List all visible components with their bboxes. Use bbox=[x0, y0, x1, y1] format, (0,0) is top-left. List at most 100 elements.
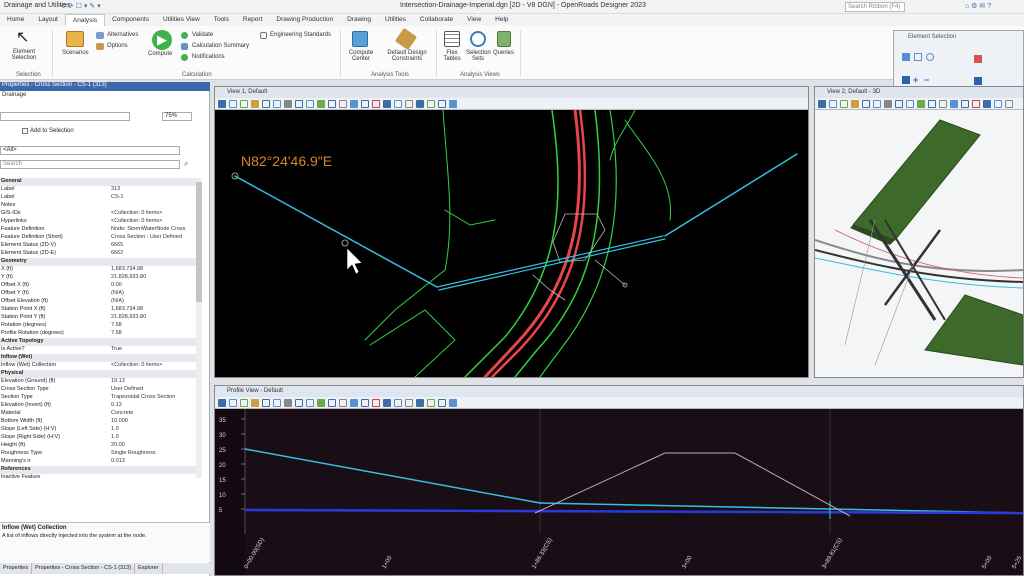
property-row[interactable]: X (ft) 1,683,734.98 bbox=[0, 266, 200, 274]
tab-tools[interactable]: Tools bbox=[207, 14, 236, 26]
view-tool-icon[interactable] bbox=[405, 100, 413, 108]
property-row[interactable]: Height (ft) 20.00 bbox=[0, 442, 200, 450]
property-row[interactable]: Bottom Width (ft) 10.000 bbox=[0, 418, 200, 426]
view-tool-icon[interactable] bbox=[961, 100, 969, 108]
tab-utilities-view[interactable]: Utilities View bbox=[156, 14, 207, 26]
property-row[interactable]: Hyperlinks <Collection: 0 items> bbox=[0, 218, 200, 226]
view-tool-icon[interactable] bbox=[851, 100, 859, 108]
filter-dropdown[interactable]: <All> bbox=[0, 146, 180, 155]
engineering-standards-button[interactable]: Engineering Standards bbox=[270, 32, 331, 38]
tab-drawing-production[interactable]: Drawing Production bbox=[269, 14, 340, 26]
property-section[interactable]: Inflow (Wet) bbox=[0, 354, 200, 362]
view-tool-icon[interactable] bbox=[873, 100, 881, 108]
property-row[interactable]: Offset Elevation (ft) (N/A) bbox=[0, 298, 200, 306]
select-all-icon[interactable] bbox=[974, 77, 982, 85]
panel-tab-0[interactable]: Properties bbox=[0, 563, 33, 574]
view-tool-icon[interactable] bbox=[884, 100, 892, 108]
view-tool-icon[interactable] bbox=[251, 399, 259, 407]
view-tool-icon[interactable] bbox=[939, 100, 947, 108]
property-row[interactable]: GIS-IDs <Collection: 0 items> bbox=[0, 210, 200, 218]
view-tool-icon[interactable] bbox=[1005, 100, 1013, 108]
view-tool-icon[interactable] bbox=[972, 100, 980, 108]
subtract-icon[interactable]: − bbox=[924, 75, 929, 85]
property-row[interactable]: Station Point X (ft) 1,683,734.98 bbox=[0, 306, 200, 314]
view-tool-icon[interactable] bbox=[994, 100, 1002, 108]
view-tool-icon[interactable] bbox=[218, 399, 226, 407]
property-row[interactable]: Label 313 bbox=[0, 186, 200, 194]
select-shape-icon[interactable] bbox=[926, 53, 934, 61]
validate-button[interactable]: Validate bbox=[192, 32, 213, 38]
select-mode-icon[interactable] bbox=[902, 53, 910, 61]
property-row[interactable]: Elevation (Ground) (ft) 19.13 bbox=[0, 378, 200, 386]
view-tool-icon[interactable] bbox=[262, 100, 270, 108]
property-row[interactable]: Offset Y (ft) (N/A) bbox=[0, 290, 200, 298]
tab-analysis[interactable]: Analysis bbox=[64, 14, 106, 26]
tab-report[interactable]: Report bbox=[236, 14, 270, 26]
alternatives-button[interactable]: Alternatives bbox=[107, 32, 138, 38]
calculation-summary-button[interactable]: Calculation Summary bbox=[192, 43, 249, 49]
tab-components[interactable]: Components bbox=[105, 14, 156, 26]
notifications-button[interactable]: Notifications bbox=[192, 54, 225, 60]
view-tool-icon[interactable] bbox=[273, 100, 281, 108]
tab-drawing[interactable]: Drawing bbox=[340, 14, 378, 26]
property-row[interactable]: Feature Definition Node: StormWaterNode C… bbox=[0, 226, 200, 234]
select-new-icon[interactable] bbox=[902, 76, 910, 84]
default-design-constraints-button[interactable]: Default Design Constraints bbox=[380, 50, 434, 62]
add-icon[interactable]: + bbox=[913, 75, 918, 85]
panel-tab-2[interactable]: Explorer bbox=[135, 563, 163, 574]
ribbon-search-input[interactable]: Search Ribbon (F4) bbox=[845, 2, 905, 12]
options-button[interactable]: Options bbox=[107, 43, 128, 49]
property-row[interactable]: Inflow (Wet) Collection <Collection: 0 it… bbox=[0, 362, 200, 370]
tab-layout[interactable]: Layout bbox=[31, 14, 65, 26]
tab-home[interactable]: Home bbox=[0, 14, 31, 26]
property-row[interactable]: Notes bbox=[0, 202, 200, 210]
view-tool-icon[interactable] bbox=[917, 100, 925, 108]
property-row[interactable]: Offset X (ft) 0.00 bbox=[0, 282, 200, 290]
view-tool-icon[interactable] bbox=[427, 100, 435, 108]
compute-center-button[interactable]: Compute Center bbox=[346, 50, 376, 62]
zoom-dropdown[interactable]: 75% bbox=[162, 112, 192, 121]
selection-sets-button[interactable]: Selection Sets bbox=[466, 50, 491, 62]
property-row[interactable]: Roughness Type Single Roughness bbox=[0, 450, 200, 458]
view-tool-icon[interactable] bbox=[372, 100, 380, 108]
property-section[interactable]: References bbox=[0, 466, 200, 474]
panel-tab-1[interactable]: Properties - Cross Section - CS-1 (313) bbox=[32, 563, 136, 574]
property-row[interactable]: Inactive Feature bbox=[0, 474, 200, 482]
view-tool-icon[interactable] bbox=[840, 100, 848, 108]
view-tool-icon[interactable] bbox=[438, 100, 446, 108]
view-tool-icon[interactable] bbox=[328, 100, 336, 108]
property-row[interactable]: Element Status (2D-V) 6665 bbox=[0, 242, 200, 250]
view-tool-icon[interactable] bbox=[950, 100, 958, 108]
select-block-icon[interactable] bbox=[914, 53, 922, 61]
tab-view[interactable]: View bbox=[460, 14, 488, 26]
search-icon[interactable]: ⌕ bbox=[184, 159, 188, 169]
view-tool-icon[interactable] bbox=[339, 100, 347, 108]
property-row[interactable]: Label CS-1 bbox=[0, 194, 200, 202]
view-tool-icon[interactable] bbox=[383, 100, 391, 108]
tab-help[interactable]: Help bbox=[488, 14, 515, 26]
quick-access-toolbar[interactable]: ⟲ ⟳ ☐ ▾ ✎ ▾ bbox=[60, 2, 101, 10]
add-to-selection-checkbox[interactable] bbox=[22, 128, 28, 134]
view-tool-icon[interactable] bbox=[361, 399, 369, 407]
property-row[interactable]: Manning's n 0.013 bbox=[0, 458, 200, 466]
view-tool-icon[interactable] bbox=[295, 399, 303, 407]
profile-view[interactable]: Profile View - Default 35 30 25 20 15 10 5 0+0… bbox=[214, 385, 1024, 576]
view-2[interactable]: View 2, Default - 3D bbox=[814, 86, 1024, 378]
property-section[interactable]: Physical bbox=[0, 370, 200, 378]
plan-canvas[interactable]: N82°24'46.9"E bbox=[215, 110, 808, 377]
view-tool-icon[interactable] bbox=[438, 399, 446, 407]
queries-button[interactable]: Queries bbox=[493, 50, 514, 56]
property-row[interactable]: Slope (Right Side) (H:V) 1.0 bbox=[0, 434, 200, 442]
element-selection-button[interactable]: Element Selection bbox=[4, 49, 44, 61]
view-tool-icon[interactable] bbox=[928, 100, 936, 108]
view-tool-icon[interactable] bbox=[405, 399, 413, 407]
property-row[interactable]: Profile Rotation (degrees) 7.58 bbox=[0, 330, 200, 338]
view-tool-icon[interactable] bbox=[295, 100, 303, 108]
view-tool-icon[interactable] bbox=[906, 100, 914, 108]
property-section[interactable]: Geometry bbox=[0, 258, 200, 266]
view-tool-icon[interactable] bbox=[328, 399, 336, 407]
view-tool-icon[interactable] bbox=[317, 399, 325, 407]
view-tool-icon[interactable] bbox=[416, 100, 424, 108]
view-tool-icon[interactable] bbox=[251, 100, 259, 108]
view-tool-icon[interactable] bbox=[383, 399, 391, 407]
